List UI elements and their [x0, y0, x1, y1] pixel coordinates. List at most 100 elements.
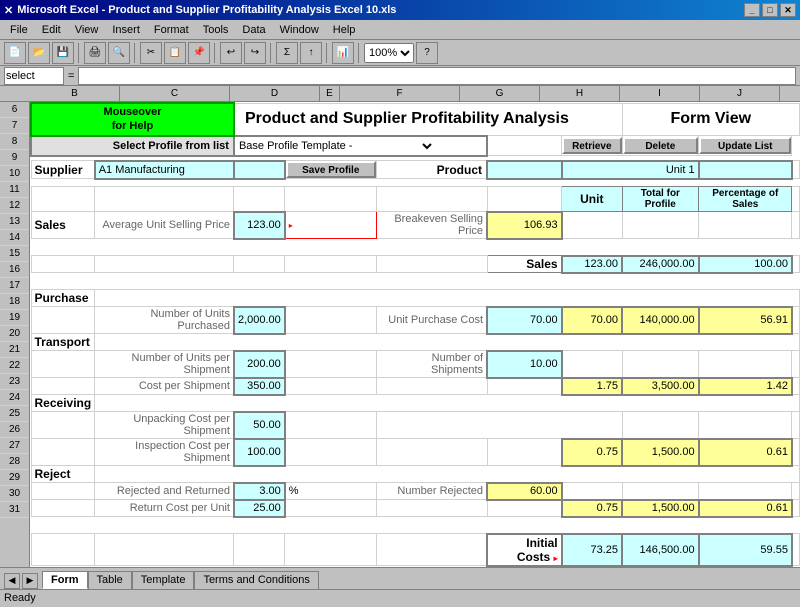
breakeven-value[interactable]: 106.93	[487, 212, 562, 239]
sep3	[214, 43, 216, 63]
receiving-label: Receiving	[31, 395, 95, 412]
reject-label: Reject	[31, 466, 95, 483]
open-btn[interactable]: 📂	[28, 42, 50, 64]
profile-dropdown[interactable]: Base Profile Template -	[235, 137, 435, 155]
menu-file[interactable]: File	[4, 22, 34, 38]
preview-btn[interactable]: 🔍	[108, 42, 130, 64]
row-30-initial-costs: Initial Costs ▸ 73.25 146,500.00 59.55	[31, 534, 800, 566]
row-28-return-cost: Return Cost per Unit 25.00 0.75 1,500.00…	[31, 500, 800, 517]
inspection-label: Inspection Cost per Shipment	[95, 439, 234, 466]
transport-total-col: 3,500.00	[622, 378, 699, 395]
minimize-btn[interactable]: _	[744, 3, 760, 17]
row-20-transport: Transport	[31, 334, 800, 351]
tab-template[interactable]: Template	[132, 571, 195, 589]
save-profile-btn[interactable]: Save Profile	[286, 161, 376, 178]
app-icon: ✕	[4, 4, 13, 17]
spreadsheet: B C D E F G H I J K 6 7 8 9 10 11 12 13 …	[0, 86, 800, 567]
row-16-sales-totals: Sales 123.00 246,000.00 100.00	[31, 256, 800, 273]
tab-table[interactable]: Table	[88, 571, 132, 589]
chart-btn[interactable]: 📊	[332, 42, 354, 64]
row-13-sales-header: Unit Total for Profile Percentage of Sal…	[31, 187, 800, 212]
sales-section-label: Sales	[31, 212, 95, 239]
undo-btn[interactable]: ↩	[220, 42, 242, 64]
row-10-supplier: Supplier A1 Manufacturing Save Profile P…	[31, 161, 800, 179]
tab-form[interactable]: Form	[42, 571, 88, 589]
purchase-label: Purchase	[31, 290, 95, 307]
maximize-btn[interactable]: □	[762, 3, 778, 17]
save-btn[interactable]: 💾	[52, 42, 74, 64]
rejected-pct-label: %	[285, 483, 377, 500]
menu-edit[interactable]: Edit	[36, 22, 67, 38]
cost-per-shipment-label: Cost per Shipment	[95, 378, 234, 395]
col-c-header: C	[120, 86, 230, 101]
redo-btn[interactable]: ↪	[244, 42, 266, 64]
row-27-rejected: Rejected and Returned 3.00 % Number Reje…	[31, 483, 800, 500]
reject-unit-col: 0.75	[562, 500, 622, 517]
initial-costs-unit: 73.25	[562, 534, 622, 566]
row-30: 30	[0, 486, 29, 502]
col-b-header: B	[30, 86, 120, 101]
formula-input[interactable]	[78, 67, 796, 85]
transport-label: Transport	[31, 334, 95, 351]
formula-bar: =	[0, 66, 800, 86]
name-box[interactable]	[4, 67, 64, 85]
menu-tools[interactable]: Tools	[197, 22, 235, 38]
transport-unit-col: 1.75	[562, 378, 622, 395]
row-18-purchase: Purchase	[31, 290, 800, 307]
main-title: Product and Supplier Profitability Analy…	[234, 103, 622, 136]
tab-terms[interactable]: Terms and Conditions	[194, 571, 318, 589]
avg-price-label: Average Unit Selling Price	[95, 212, 234, 239]
cut-btn[interactable]: ✂	[140, 42, 162, 64]
col-g-header: G	[460, 86, 540, 101]
row-8: 8	[0, 134, 29, 150]
tab-scroll-right[interactable]: ▶	[22, 573, 38, 589]
paste-btn[interactable]: 📌	[188, 42, 210, 64]
form-view-label: Form View	[622, 103, 799, 136]
return-cost-value[interactable]: 25.00	[234, 500, 285, 517]
retrieve-btn[interactable]: Retrieve	[562, 137, 621, 154]
inspection-value[interactable]: 100.00	[234, 439, 285, 466]
menu-format[interactable]: Format	[148, 22, 195, 38]
copy-btn[interactable]: 📋	[164, 42, 186, 64]
cost-per-shipment-value[interactable]: 350.00	[234, 378, 285, 395]
delete-btn[interactable]: Delete	[623, 137, 699, 154]
zoom-select[interactable]: 100%	[364, 43, 414, 63]
new-btn[interactable]: 📄	[4, 42, 26, 64]
unit-value[interactable]: Unit 1	[562, 161, 699, 179]
tab-scroll-left[interactable]: ◀	[4, 573, 20, 589]
units-per-shipment-value[interactable]: 200.00	[234, 351, 285, 378]
sort-asc-btn[interactable]: ↑	[300, 42, 322, 64]
title-bar: ✕ Microsoft Excel - Product and Supplier…	[0, 0, 800, 20]
initial-costs-pct: 59.55	[699, 534, 792, 566]
supplier-value[interactable]: A1 Manufacturing	[95, 161, 234, 179]
menu-insert[interactable]: Insert	[106, 22, 146, 38]
update-list-btn[interactable]: Update List	[699, 137, 791, 154]
col-headers: B C D E F G H I J K	[0, 86, 800, 102]
receiving-unit-col: 0.75	[562, 439, 622, 466]
rejected-returned-value[interactable]: 3.00	[234, 483, 285, 500]
col-i-header: I	[620, 86, 700, 101]
menu-view[interactable]: View	[69, 22, 105, 38]
menu-data[interactable]: Data	[236, 22, 271, 38]
menu-window[interactable]: Window	[274, 22, 325, 38]
avg-price-value[interactable]: 123.00	[234, 212, 285, 239]
print-btn[interactable]: 🖨	[84, 42, 106, 64]
row-22: 22	[0, 358, 29, 374]
col-h-header: H	[540, 86, 620, 101]
row-19: 19	[0, 310, 29, 326]
unit-purchase-cost-value[interactable]: 70.00	[487, 307, 562, 334]
close-btn[interactable]: ✕	[780, 3, 796, 17]
units-purchased-value[interactable]: 2,000.00	[234, 307, 285, 334]
row-15	[31, 239, 800, 256]
total-col-header: Total for Profile	[622, 187, 699, 212]
help-btn[interactable]: ?	[416, 42, 438, 64]
col-k-header: K	[780, 86, 800, 101]
num-rejected-value[interactable]: 60.00	[487, 483, 562, 500]
num-shipments-value[interactable]: 10.00	[487, 351, 562, 378]
unpacking-value[interactable]: 50.00	[234, 412, 285, 439]
sum-btn[interactable]: Σ	[276, 42, 298, 64]
row-25-inspection: Inspection Cost per Shipment 100.00 0.75…	[31, 439, 800, 466]
row-17	[31, 273, 800, 290]
menu-help[interactable]: Help	[327, 22, 362, 38]
product-value[interactable]	[487, 161, 562, 179]
